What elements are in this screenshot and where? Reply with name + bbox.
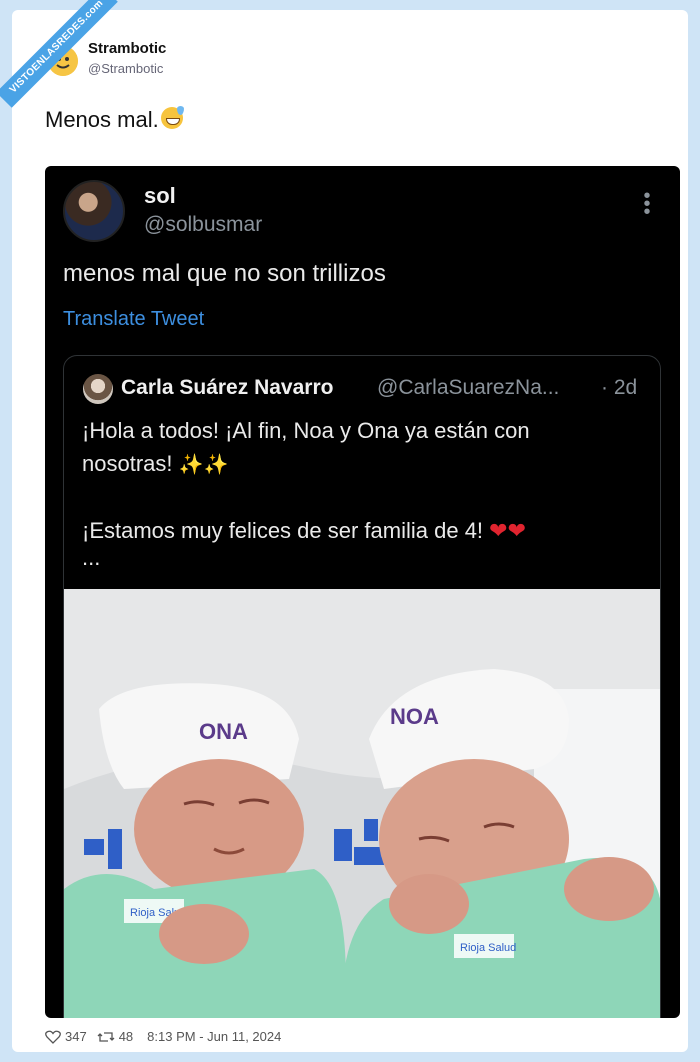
quoted-author-handle[interactable]: @CarlaSuarezNa... <box>377 376 559 400</box>
sweat-smile-emoji-icon <box>160 106 184 129</box>
tweet-footer: 347 48 8:13 PM - Jun 11, 2024 <box>45 1029 281 1044</box>
twins-photo[interactable]: ONA Rioja Salud NOA Rioja Salud <box>64 589 660 1018</box>
translate-tweet-link[interactable]: Translate Tweet <box>63 308 204 331</box>
author-name[interactable]: Strambotic <box>88 40 166 57</box>
dizzy-star-icon: ✨✨ <box>178 454 229 476</box>
heart-outline-icon <box>45 1030 61 1044</box>
quoted-tweet[interactable]: Carla Suárez Navarro @CarlaSuarezNa... ·… <box>63 355 661 1018</box>
cap-left-label: ONA <box>199 719 248 744</box>
quoted-line-2: nosotras! <box>82 451 173 476</box>
tweet-timestamp[interactable]: 8:13 PM - Jun 11, 2024 <box>147 1029 281 1044</box>
like-action[interactable]: 347 <box>45 1029 87 1044</box>
embedded-tweet-text: menos mal que no son trillizos <box>63 260 386 287</box>
retweet-count: 48 <box>118 1029 134 1044</box>
quoted-line-3-wrap: ¡Estamos muy felices de ser familia de 4… <box>82 514 642 547</box>
red-heart-icon: ❤❤ <box>489 518 527 543</box>
quoted-timestamp[interactable]: · 2d <box>601 376 637 400</box>
embedded-author-name[interactable]: sol <box>144 183 176 209</box>
quoted-ellipsis: ... <box>82 545 101 570</box>
like-count: 347 <box>65 1029 87 1044</box>
tweet-card: VISTOENLASREDES.com Strambotic @Strambot… <box>0 0 688 1052</box>
retweet-action[interactable]: 48 <box>97 1029 133 1044</box>
quoted-author-name[interactable]: Carla Suárez Navarro <box>121 376 333 400</box>
quoted-line-3: ¡Estamos muy felices de ser familia de 4… <box>82 518 484 543</box>
embedded-author-handle[interactable]: @solbusmar <box>144 213 262 237</box>
retweet-icon <box>97 1031 115 1042</box>
post-text-content: Menos mal. <box>45 107 159 132</box>
sol-avatar[interactable] <box>63 180 125 242</box>
quoted-line-2-wrap: nosotras! ✨✨ <box>82 447 642 482</box>
cap-right-label: NOA <box>390 704 439 729</box>
quoted-line-1: ¡Hola a todos! ¡Al fin, Noa y Ona ya est… <box>82 418 530 443</box>
author-handle[interactable]: @Strambotic <box>88 61 163 76</box>
post-text: Menos mal. <box>45 106 184 133</box>
more-options-icon[interactable]: • • • <box>642 186 652 222</box>
quoted-tweet-text: ¡Hola a todos! ¡Al fin, Noa y Ona ya est… <box>82 414 642 569</box>
embedded-tweet[interactable]: sol @solbusmar • • • menos mal que no son … <box>45 166 680 1018</box>
badge-right-label: Rioja Salud <box>460 942 516 954</box>
quoted-author-avatar[interactable] <box>83 374 113 404</box>
